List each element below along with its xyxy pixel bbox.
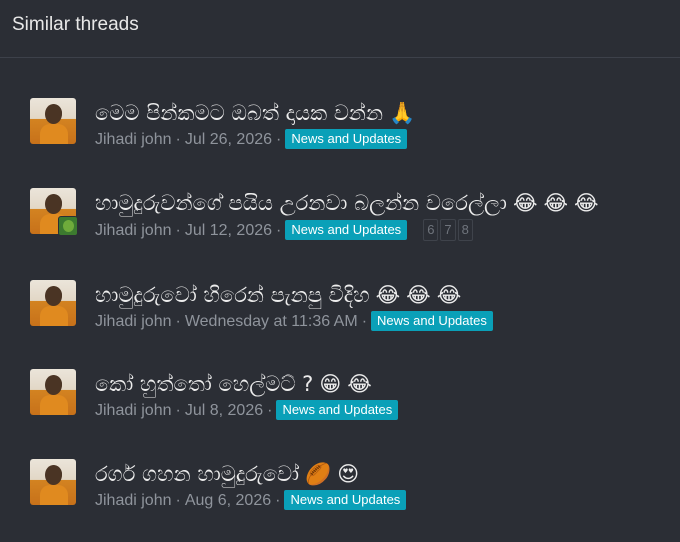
thread-date[interactable]: Jul 26, 2026 (185, 131, 272, 148)
avatar[interactable] (30, 98, 76, 144)
section-title: Similar threads (12, 14, 139, 35)
avatar[interactable] (30, 459, 76, 505)
thread-title: කෝ හුත්තෝ හෙල්මට් ? (95, 372, 314, 396)
thread-title-link[interactable]: හාමුදුරුවන්ගේ පයිය උරනවා බලන්න වරෙල්ලා 😂 😂… (95, 188, 599, 218)
pray-emoji-icon: 🙏 (389, 101, 416, 125)
thread-date[interactable]: Wednesday at 11:36 AM (185, 313, 358, 330)
secondary-avatar-badge[interactable] (58, 216, 78, 236)
thread-item: රගර් ගහන හාමුදුරුවෝ 🏉 😍 Jihadi john · Aug 6,… (0, 459, 680, 529)
thread-title-link[interactable]: කෝ හුත්තෝ හෙල්මට් ? 😁 😂 (95, 369, 372, 399)
laughing-emoji-icon: 😂 (574, 191, 599, 215)
author-link[interactable]: Jihadi john (95, 492, 172, 509)
thread-title-link[interactable]: මෙම පින්කමට ඔබත් දායක වන්න 🙏 (95, 98, 415, 128)
forum-tag[interactable]: News and Updates (371, 311, 493, 331)
thread-item: හාමුදුරුවන්ගේ පයිය උරනවා බලන්න වරෙල්ලා 😂 😂… (0, 188, 680, 258)
laughing-emoji-icon: 😂 (347, 372, 372, 396)
laughing-emoji-icon: 😂 (512, 191, 538, 215)
thread-item: හාමුදුරුවෝ හිරෙන් පැනපු විදිහ 😂 😂 😂 Jihadi … (0, 280, 680, 350)
laughing-emoji-icon: 😂 (406, 283, 431, 307)
forum-tag[interactable]: News and Updates (284, 490, 407, 510)
thread-title: හාමුදුරුවෝ හිරෙන් පැනපු විදිහ (95, 283, 370, 307)
page-link[interactable]: 7 (440, 219, 456, 241)
heart-eyes-emoji-icon: 😍 (337, 462, 360, 486)
thread-meta: Jihadi john · Wednesday at 11:36 AM · News a… (95, 311, 493, 333)
page-link[interactable]: 8 (457, 219, 473, 241)
forum-tag[interactable]: News and Updates (285, 220, 408, 240)
rugby-ball-emoji-icon: 🏉 (305, 462, 332, 486)
avatar[interactable] (30, 280, 76, 326)
thread-title: මෙම පින්කමට ඔබත් දායක වන්න (95, 101, 384, 125)
author-link[interactable]: Jihadi john (95, 222, 172, 239)
author-link[interactable]: Jihadi john (95, 313, 172, 330)
thread-date[interactable]: Aug 6, 2026 (185, 492, 271, 509)
thread-title-link[interactable]: රගර් ගහන හාමුදුරුවෝ 🏉 😍 (95, 459, 359, 489)
page-link[interactable]: 6 (423, 219, 439, 241)
thread-meta: Jihadi john · Jul 12, 2026 · News and Update… (95, 219, 475, 242)
thread-item: මෙම පින්කමට ඔබත් දායක වන්න 🙏 Jihadi john ·… (0, 98, 680, 168)
thread-title-link[interactable]: හාමුදුරුවෝ හිරෙන් පැනපු විදිහ 😂 😂 😂 (95, 280, 461, 310)
grinning-emoji-icon: 😁 (319, 372, 342, 396)
avatar[interactable] (30, 369, 76, 415)
thread-date[interactable]: Jul 8, 2026 (185, 402, 263, 419)
thread-meta: Jihadi john · Jul 26, 2026 · News and Update… (95, 129, 408, 151)
thread-meta: Jihadi john · Aug 6, 2026 · News and Updates (95, 490, 407, 512)
page-jump-links: 678 (423, 219, 475, 241)
thread-title: හාමුදුරුවන්ගේ පයිය උරනවා බලන්න වරෙල්ලා (95, 191, 507, 215)
laughing-emoji-icon: 😂 (543, 191, 569, 215)
thread-meta: Jihadi john · Jul 8, 2026 · News and Updates (95, 400, 399, 422)
thread-date[interactable]: Jul 12, 2026 (185, 222, 272, 239)
author-link[interactable]: Jihadi john (95, 402, 172, 419)
similar-threads-header: Similar threads (0, 0, 680, 58)
author-link[interactable]: Jihadi john (95, 131, 172, 148)
forum-tag[interactable]: News and Updates (276, 400, 399, 420)
thread-title: රගර් ගහන හාමුදුරුවෝ (95, 462, 300, 486)
laughing-emoji-icon: 😂 (436, 283, 462, 307)
forum-tag[interactable]: News and Updates (285, 129, 408, 149)
thread-item: කෝ හුත්තෝ හෙල්මට් ? 😁 😂 Jihadi john · Jul 8,… (0, 369, 680, 439)
laughing-emoji-icon: 😂 (375, 283, 401, 307)
